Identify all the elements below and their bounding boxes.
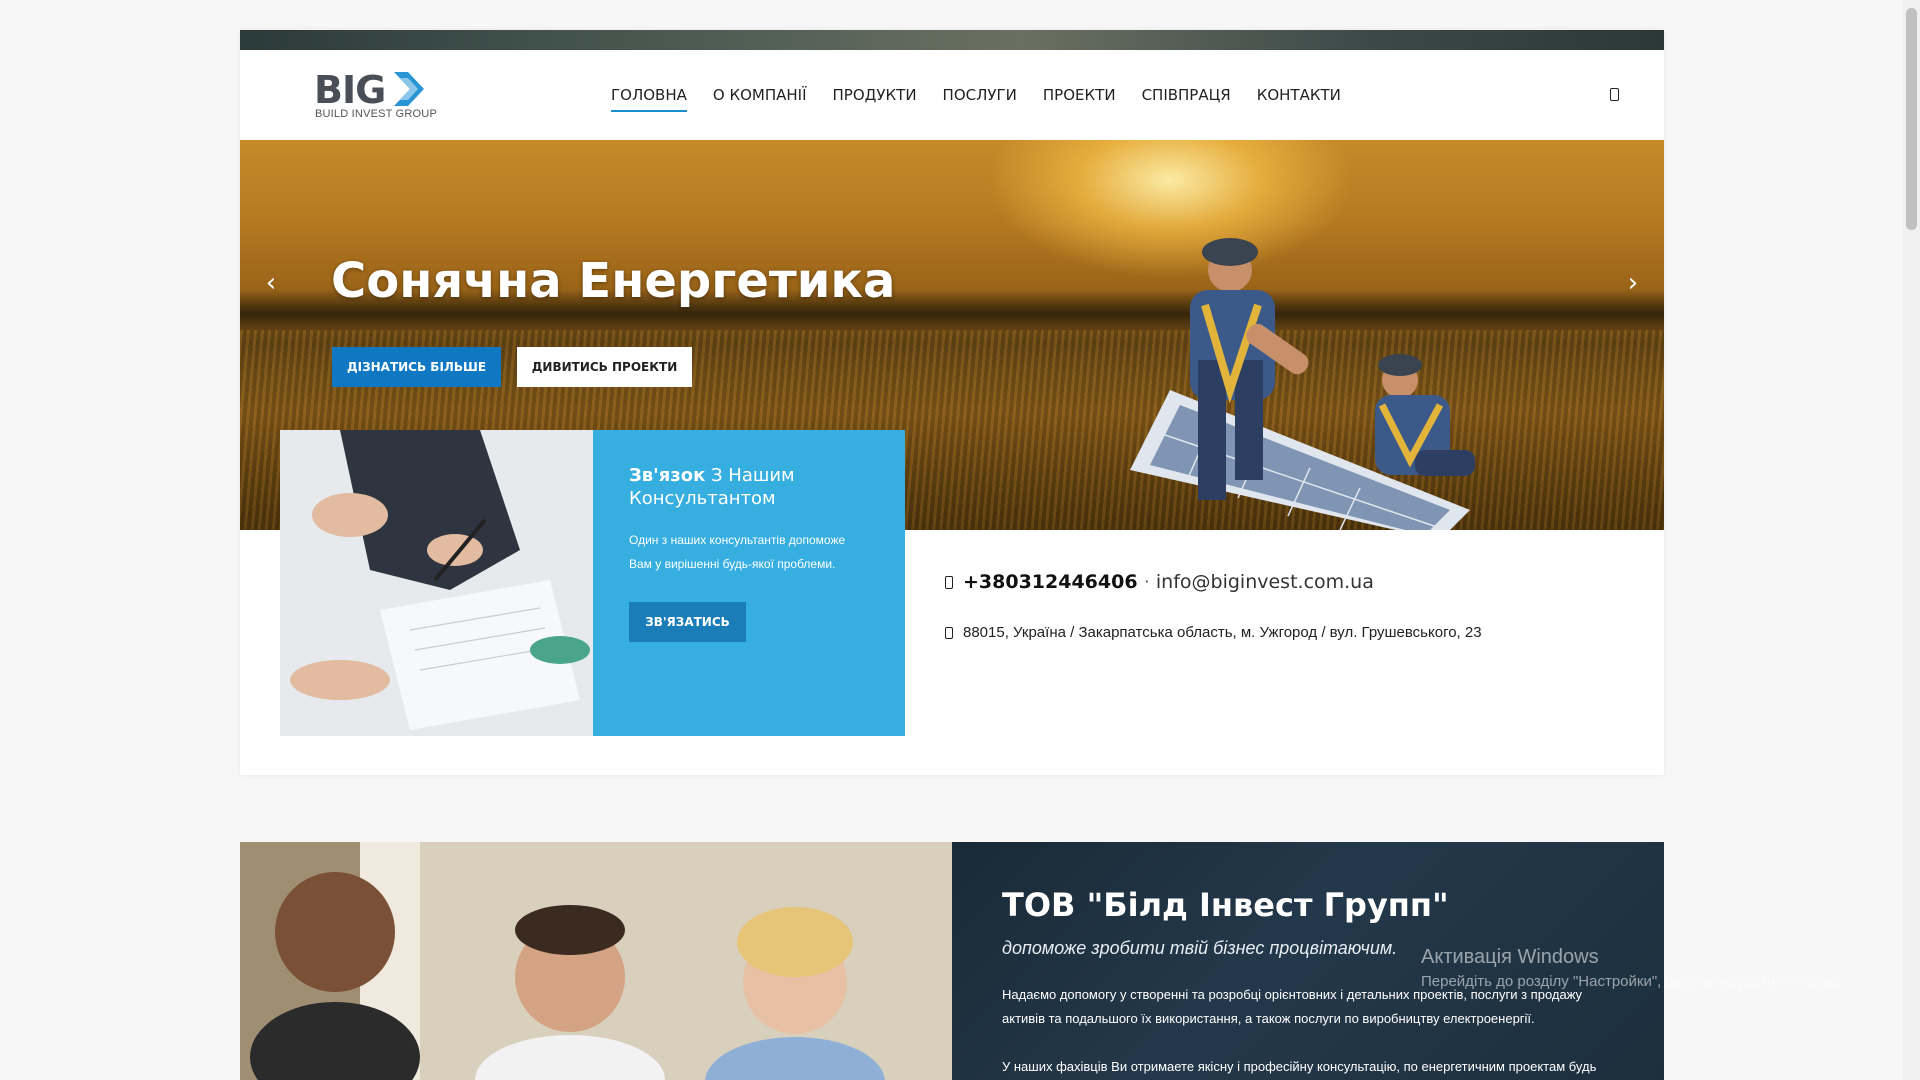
email-link[interactable]: info@biginvest.com.ua — [1156, 571, 1374, 593]
meeting-illustration — [280, 430, 593, 736]
contact-button[interactable]: ЗВ'ЯЗАТИСЬ — [629, 602, 746, 642]
nav-item-services[interactable]: ПОСЛУГИ — [943, 78, 1017, 112]
slider-next-icon[interactable]: › — [1622, 270, 1644, 296]
nav-item-about[interactable]: О КОМПАНІЇ — [713, 78, 807, 112]
contact-line: +380312446406 · info@biginvest.com.ua — [945, 571, 1374, 593]
about-paragraph-2: У наших фахівців Ви отримаете якісну і п… — [1002, 1059, 1597, 1074]
mobile-icon[interactable] — [1610, 88, 1619, 101]
top-image-strip — [240, 30, 1664, 50]
top-card: BIG BUILD INVEST GROUP ГОЛОВНА О КОМПАНІ… — [240, 30, 1664, 775]
page: BIG BUILD INVEST GROUP ГОЛОВНА О КОМПАНІ… — [0, 0, 1920, 1080]
phone-number[interactable]: +380312446406 — [963, 571, 1138, 593]
team-illustration — [240, 842, 952, 1080]
logo[interactable]: BIG BUILD INVEST GROUP — [314, 68, 437, 122]
logo-tagline: BUILD INVEST GROUP — [315, 108, 437, 120]
main-nav: ГОЛОВНА О КОМПАНІЇ ПРОДУКТИ ПОСЛУГИ ПРОЕ… — [611, 50, 1367, 140]
consultant-image — [280, 430, 593, 736]
phone-icon — [945, 575, 953, 589]
consultant-title: Зв'язок З Нашим Консультантом — [629, 464, 869, 510]
about-title: ТОВ "Білд Інвест Групп" — [1002, 886, 1449, 924]
watermark-title: Активація Windows — [1421, 946, 1599, 968]
logo-text: BIG — [314, 68, 386, 112]
consultant-box: Зв'язок З Нашим Консультантом Один з наш… — [593, 430, 905, 736]
consultant-title-bold: Зв'язок — [629, 465, 706, 486]
contact-separator: · — [1143, 571, 1150, 592]
team-image — [240, 842, 952, 1080]
hero-title: Сонячна Енергетика — [331, 253, 896, 309]
logo-arrow-icon — [394, 72, 424, 106]
page-scrollbar[interactable] — [1903, 0, 1920, 1080]
address-text: 88015, Україна / Закарпатська область, м… — [963, 624, 1482, 641]
windows-activation-watermark: Активація Windows Перейдіть до розділу "… — [1421, 946, 1844, 990]
nav-item-products[interactable]: ПРОДУКТИ — [833, 78, 917, 112]
about-paragraph-1: Надаємо допомогу у створенні та розробці… — [1002, 987, 1583, 1026]
learn-more-button[interactable]: ДІЗНАТИСЬ БІЛЬШЕ — [332, 347, 501, 387]
location-icon — [945, 626, 953, 639]
slider-prev-icon[interactable]: ‹ — [260, 270, 282, 296]
consultant-text: Один з наших консультантів допоможе Вам … — [629, 533, 846, 571]
site-header: BIG BUILD INVEST GROUP ГОЛОВНА О КОМПАНІ… — [240, 50, 1664, 140]
nav-item-cooperation[interactable]: СПІВПРАЦЯ — [1142, 78, 1231, 112]
view-projects-button[interactable]: ДИВИТИСЬ ПРОЕКТИ — [517, 347, 692, 387]
nav-item-contacts[interactable]: КОНТАКТИ — [1257, 78, 1341, 112]
nav-item-home[interactable]: ГОЛОВНА — [611, 78, 687, 112]
scrollbar-thumb[interactable] — [1906, 8, 1917, 230]
watermark-subtitle: Перейдіть до розділу "Настройки", щоб ак… — [1421, 973, 1845, 990]
address-line: 88015, Україна / Закарпатська область, м… — [945, 624, 1482, 641]
nav-item-projects[interactable]: ПРОЕКТИ — [1043, 78, 1116, 112]
solar-workers-image — [1130, 238, 1475, 530]
